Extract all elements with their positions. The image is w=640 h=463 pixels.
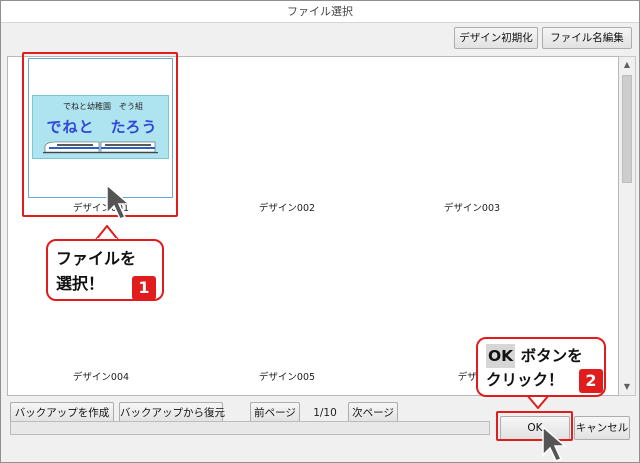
design-label-003: デザイン003 bbox=[443, 203, 501, 214]
callout-2-line-1: OK ボタンを bbox=[486, 344, 604, 368]
scroll-up-arrow-icon[interactable]: ▲ bbox=[619, 57, 635, 73]
rename-file-button[interactable]: ファイル名編集 bbox=[542, 27, 632, 49]
mouse-cursor-icon bbox=[542, 425, 568, 462]
scroll-down-arrow-icon[interactable]: ▼ bbox=[619, 379, 635, 395]
callout-pointer-icon bbox=[527, 395, 549, 409]
progress-bar bbox=[10, 421, 490, 435]
scroll-thumb[interactable] bbox=[622, 75, 632, 183]
thumbnail-highlight-box bbox=[22, 52, 178, 217]
callout-1-line-1: ファイルを bbox=[56, 249, 137, 268]
file-select-dialog: ファイル選択 デザイン初期化 ファイル名編集 ▲ ▼ でねと幼稚園 ぞう組 でね… bbox=[0, 0, 640, 463]
step-badge-2: 2 bbox=[579, 369, 603, 393]
window-title: ファイル選択 bbox=[1, 1, 639, 23]
design-label-002: デザイン002 bbox=[258, 203, 316, 214]
design-label-004: デザイン004 bbox=[72, 372, 130, 383]
design-label-005: デザイン005 bbox=[258, 372, 316, 383]
callout-2-ok-chip: OK bbox=[486, 344, 516, 368]
cancel-button[interactable]: キャンセル bbox=[574, 416, 630, 440]
mouse-cursor-icon bbox=[106, 183, 132, 220]
reset-design-button[interactable]: デザイン初期化 bbox=[454, 27, 538, 49]
gallery-scrollbar[interactable]: ▲ ▼ bbox=[619, 56, 636, 396]
step-badge-1: 1 bbox=[132, 276, 156, 300]
callout-2-line-1-text: ボタンを bbox=[515, 347, 583, 365]
